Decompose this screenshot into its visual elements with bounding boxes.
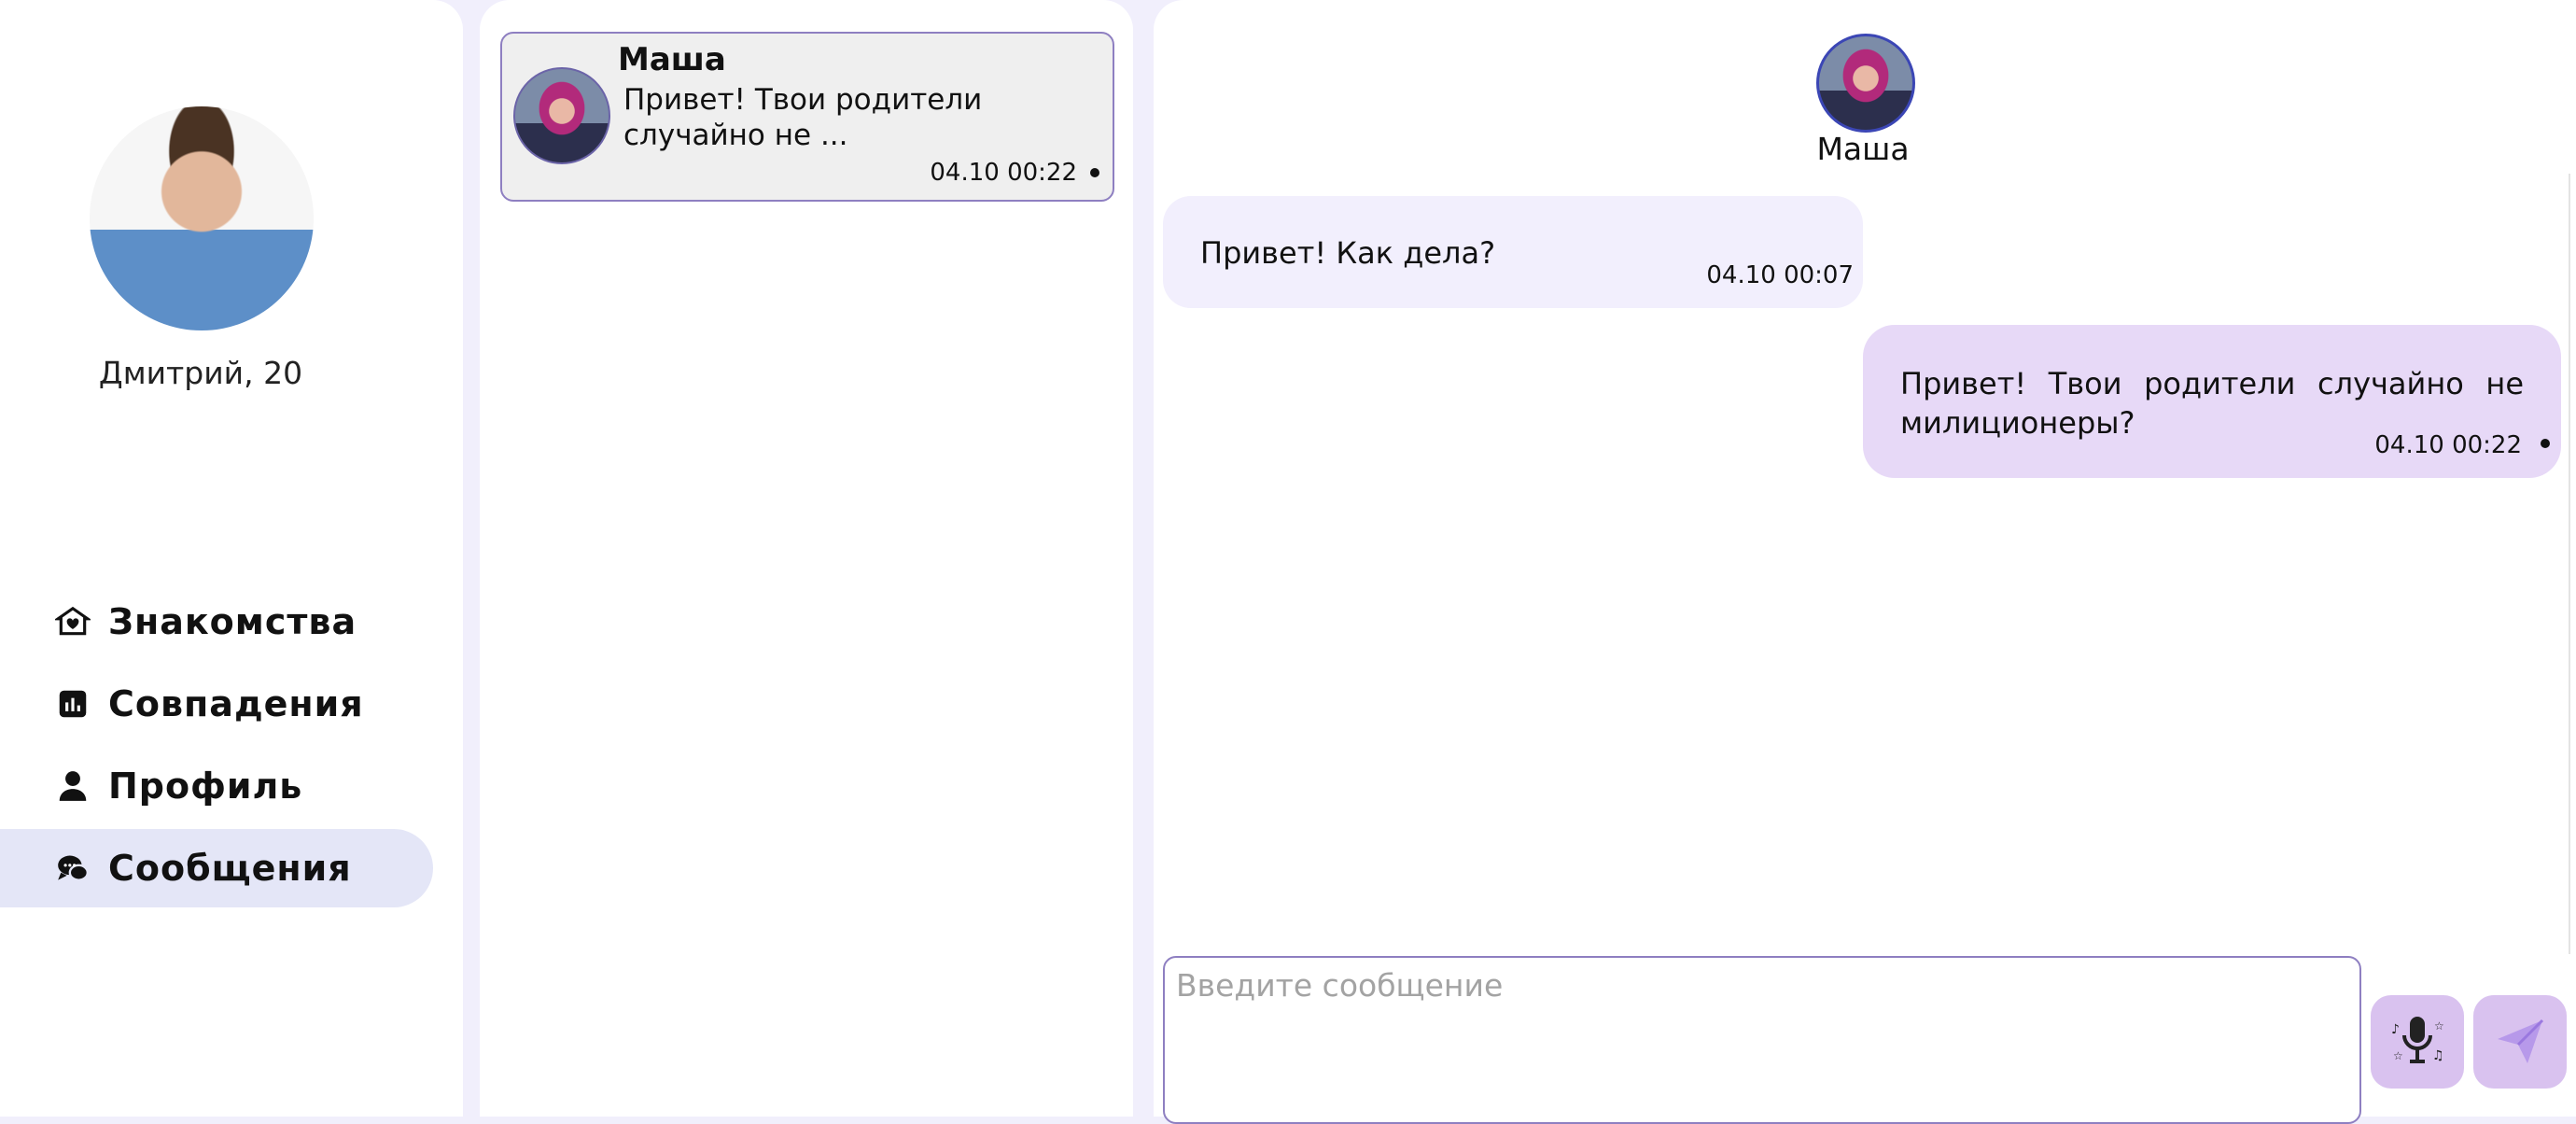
home-heart-icon	[54, 603, 91, 640]
user-icon	[54, 767, 91, 805]
microphone-icon: ♪ ♫ ☆ ☆	[2387, 1011, 2447, 1074]
message-text: Привет! Как дела?	[1200, 235, 1496, 271]
nav-label: Знакомства	[108, 601, 357, 642]
svg-text:♫: ♫	[2432, 1048, 2444, 1063]
svg-text:☆: ☆	[2434, 1019, 2444, 1033]
contact-avatar	[513, 67, 610, 164]
nav-item-profil[interactable]: Профиль	[0, 747, 433, 825]
unread-indicator	[2541, 439, 2550, 448]
last-message-preview: Привет! Твои родители случайно не ...	[623, 83, 983, 152]
contact-name: Маша	[618, 41, 726, 78]
nav-item-znakomstva[interactable]: Знакомства	[0, 583, 433, 661]
message-outgoing: Привет! Твои родители случайно не милици…	[1863, 325, 2561, 478]
partner-avatar[interactable]	[1816, 34, 1915, 133]
profile-avatar[interactable]	[90, 106, 314, 330]
send-button[interactable]	[2473, 995, 2567, 1089]
profile-name: Дмитрий, 20	[98, 355, 303, 391]
message-input[interactable]	[1163, 956, 2361, 1124]
message-time: 04.10 00:22	[2374, 431, 2522, 459]
nav-item-soobshcheniya[interactable]: Сообщения	[0, 829, 433, 907]
chart-icon	[54, 685, 91, 723]
svg-text:☆: ☆	[2393, 1049, 2403, 1062]
chat-list-item[interactable]: Маша Привет! Твои родители случайно не .…	[500, 32, 1114, 202]
message-incoming: Привет! Как дела? 04.10 00:07	[1163, 196, 1863, 308]
nav-label: Совпадения	[108, 683, 364, 724]
nav-label: Профиль	[108, 766, 303, 807]
nav-label: Сообщения	[108, 848, 352, 889]
svg-text:♪: ♪	[2391, 1022, 2400, 1037]
message-time: 04.10 00:07	[1706, 261, 1854, 289]
nav-item-sovpadeniya[interactable]: Совпадения	[0, 665, 433, 743]
chat-icon	[54, 850, 91, 887]
scrollbar[interactable]	[2569, 174, 2570, 954]
unread-indicator	[1090, 168, 1099, 177]
voice-message-button[interactable]: ♪ ♫ ☆ ☆	[2371, 995, 2464, 1089]
partner-name: Маша	[1816, 131, 1910, 167]
send-icon	[2490, 1011, 2550, 1074]
last-message-time: 04.10 00:22	[930, 159, 1077, 187]
conversation-panel	[1154, 0, 2576, 1117]
